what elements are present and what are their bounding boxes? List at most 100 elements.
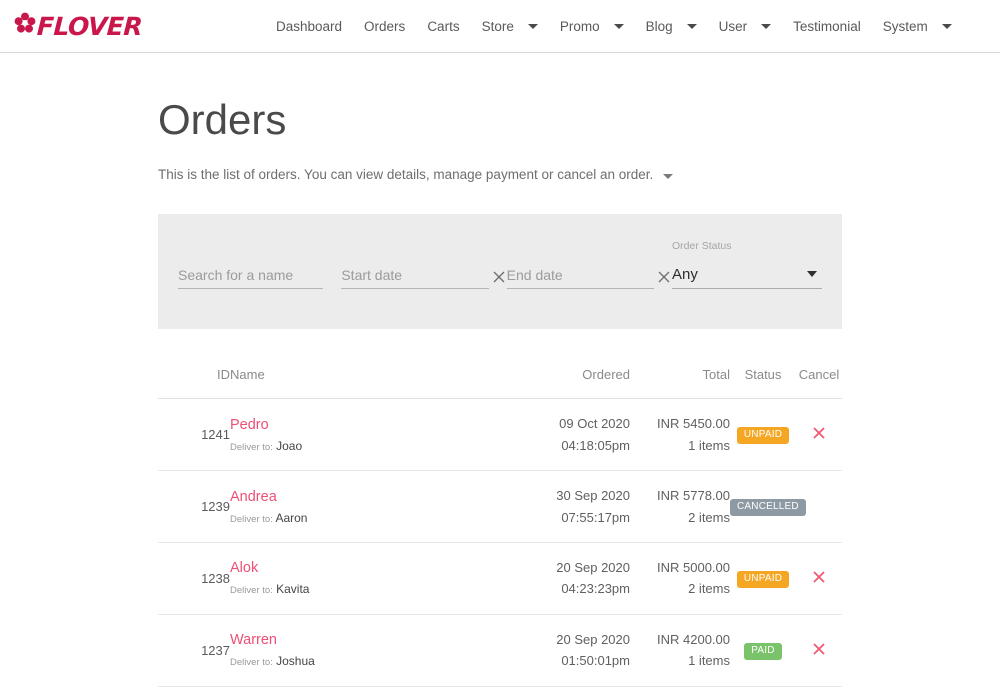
- order-date: 20 Sep 2020: [556, 559, 630, 575]
- column-header-name: Name: [230, 357, 510, 400]
- clear-end-date-icon[interactable]: [656, 269, 672, 285]
- cell-status: UNPAID: [730, 398, 796, 472]
- status-badge: PAID: [744, 642, 782, 660]
- content-container: Orders This is the list of orders. You c…: [158, 96, 842, 687]
- end-date-input[interactable]: [506, 266, 654, 283]
- nav-item-blog[interactable]: Blog: [635, 0, 708, 52]
- order-status-wrapper: Order Status Any: [672, 240, 822, 284]
- order-amount: INR 5778.00: [657, 488, 730, 504]
- cell-order-name: Warren Deliver to: Joshua: [230, 614, 510, 687]
- filter-panel: Order Status Any: [158, 214, 842, 330]
- flower-icon: [14, 12, 36, 34]
- nav-item-promo[interactable]: Promo: [549, 0, 635, 52]
- deliver-to-label: Deliver to:: [230, 513, 273, 525]
- nav-label: Orders: [364, 18, 406, 34]
- cancel-order-icon[interactable]: [810, 568, 828, 586]
- cell-order-id: 1237: [158, 614, 230, 687]
- chevron-down-icon: [613, 23, 624, 29]
- order-items-count: 2 items: [688, 581, 730, 597]
- brand-logo[interactable]: FLOVER: [14, 7, 143, 45]
- nav-label: Blog: [645, 18, 673, 34]
- order-items-count: 1 items: [688, 437, 730, 453]
- start-date-input[interactable]: [341, 266, 489, 283]
- cell-order-id: 1239: [158, 470, 230, 543]
- cell-cancel: [796, 542, 842, 615]
- cell-order-name: Alok Deliver to: Kavita: [230, 542, 510, 615]
- deliver-to-line: Deliver to: Kavita: [230, 582, 309, 596]
- page-description-text: This is the list of orders. You can view…: [158, 167, 654, 183]
- chevron-down-icon: [527, 23, 538, 29]
- cell-ordered: 30 Sep 2020 07:55:17pm: [510, 470, 630, 543]
- order-status-select[interactable]: Order Status Any: [672, 240, 822, 290]
- cancel-order-icon[interactable]: [810, 640, 828, 658]
- order-name-link[interactable]: Andrea: [230, 489, 510, 505]
- cell-total: INR 5000.00 2 items: [630, 542, 730, 615]
- cell-status: PAID: [730, 614, 796, 687]
- cell-status: UNPAID: [730, 542, 796, 615]
- deliver-to-value: Joshua: [276, 654, 315, 669]
- order-name-link[interactable]: Pedro: [230, 417, 510, 433]
- cell-status: CANCELLED: [730, 470, 806, 543]
- deliver-to-value: Kavita: [276, 582, 310, 597]
- search-field-wrapper: [178, 261, 324, 290]
- search-input[interactable]: [178, 266, 324, 283]
- nav-item-store[interactable]: Store: [471, 0, 549, 52]
- nav-item-user[interactable]: User: [708, 0, 783, 52]
- order-items-count: 1 items: [688, 653, 730, 669]
- chevron-down-icon: [761, 23, 772, 29]
- status-badge: UNPAID: [736, 427, 790, 445]
- chevron-down-icon[interactable]: [663, 174, 674, 180]
- deliver-to-line: Deliver to: Aaron: [230, 511, 307, 525]
- column-header-status: Status: [730, 357, 796, 400]
- orders-table-body: 1241 Pedro Deliver to: Joao 09 Oct 2020 …: [158, 398, 842, 687]
- page-body: Orders This is the list of orders. You c…: [0, 96, 1000, 687]
- cell-cancel: [796, 398, 842, 472]
- filter-row: Order Status Any: [178, 240, 822, 329]
- nav-item-system[interactable]: System: [872, 0, 963, 52]
- cell-order-id: 1238: [158, 542, 230, 615]
- order-date: 30 Sep 2020: [556, 488, 630, 504]
- cell-total: INR 4200.00 1 items: [630, 614, 730, 687]
- deliver-to-label: Deliver to:: [230, 441, 273, 453]
- nav-item-orders[interactable]: Orders: [353, 0, 416, 52]
- order-amount: INR 5450.00: [657, 416, 730, 432]
- column-header-total: Total: [630, 357, 730, 400]
- chevron-down-icon: [807, 270, 817, 277]
- order-amount: INR 5000.00: [657, 559, 730, 575]
- column-header-id: ID: [158, 357, 230, 400]
- cancel-order-icon[interactable]: [810, 424, 828, 442]
- column-header-cancel: Cancel: [796, 357, 842, 400]
- deliver-to-value: Aaron: [275, 510, 308, 525]
- page-description: This is the list of orders. You can view…: [158, 167, 842, 182]
- cell-cancel: [796, 614, 842, 687]
- chevron-down-icon: [941, 23, 952, 29]
- order-date: 20 Sep 2020: [556, 631, 630, 647]
- order-status-label: Order Status: [672, 239, 732, 252]
- status-badge: CANCELLED: [730, 499, 806, 516]
- table-header-row: ID Name Ordered Total Status Cancel: [158, 357, 842, 400]
- nav-label: Dashboard: [276, 18, 343, 34]
- orders-table-head: ID Name Ordered Total Status Cancel: [158, 357, 842, 400]
- cell-order-name: Andrea Deliver to: Aaron: [230, 470, 510, 543]
- cell-order-id: 1241: [158, 398, 230, 472]
- cell-total: INR 5778.00 2 items: [630, 470, 730, 543]
- deliver-to-label: Deliver to:: [230, 585, 273, 597]
- order-name-link[interactable]: Alok: [230, 560, 510, 576]
- cell-ordered: 20 Sep 2020 01:50:01pm: [510, 614, 630, 687]
- start-date-field-wrapper: [341, 261, 505, 290]
- order-amount: INR 4200.00: [657, 631, 730, 647]
- nav-item-dashboard[interactable]: Dashboard: [265, 0, 353, 52]
- deliver-to-line: Deliver to: Joao: [230, 439, 302, 453]
- order-time: 04:23:23pm: [561, 581, 630, 597]
- nav-label: Promo: [559, 18, 600, 34]
- nav-item-testimonial[interactable]: Testimonial: [782, 0, 872, 52]
- cell-order-name: Pedro Deliver to: Joao: [230, 398, 510, 472]
- order-name-link[interactable]: Warren: [230, 632, 510, 648]
- nav-label: Testimonial: [793, 18, 861, 34]
- column-header-ordered: Ordered: [510, 357, 630, 400]
- page-title: Orders: [158, 96, 287, 143]
- clear-start-date-icon[interactable]: [491, 269, 507, 285]
- end-date-field-wrapper: [506, 261, 670, 290]
- nav-item-carts[interactable]: Carts: [416, 0, 470, 52]
- order-time: 07:55:17pm: [561, 509, 630, 525]
